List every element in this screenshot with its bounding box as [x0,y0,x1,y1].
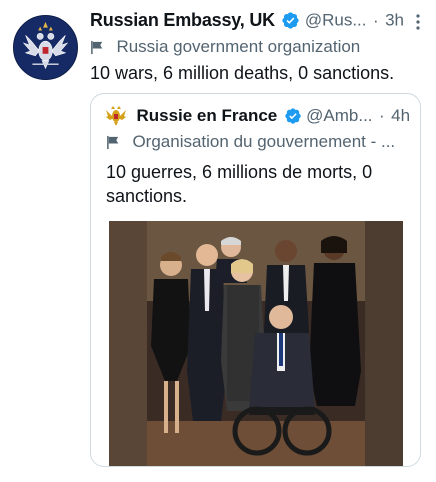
quoted-tweet[interactable]: Russie en France @Amb... · 4h Organisati… [90,93,421,467]
separator: · [378,106,385,125]
flag-icon [107,135,119,149]
coat-of-arms-icon [14,16,77,79]
verified-badge-icon [282,12,300,29]
quoted-timestamp[interactable]: 4h [391,106,410,125]
quoted-account-label[interactable]: Organisation du gouvernement - ... [106,132,395,152]
account-label-text: Russia government organization [116,37,361,56]
attached-photo[interactable] [109,221,403,466]
tweet-text: 10 wars, 6 million deaths, 0 sanctions. [90,63,395,83]
quoted-tweet-header: Russie en France @Amb... · 4h [106,105,412,129]
verified-badge-icon [285,108,301,124]
tweet[interactable]: Russian Embassy, UK @Rus... · 3h Russia … [0,0,436,482]
quoted-display-name[interactable]: Russie en France [136,106,277,125]
tweet-header: Russian Embassy, UK @Rus... · 3h [90,10,428,36]
avatar[interactable] [13,15,78,80]
flag-icon [91,40,103,54]
account-label[interactable]: Russia government organization [90,37,360,59]
handle[interactable]: @Rus... [305,11,367,30]
separator: · [372,10,379,30]
quoted-tweet-text: 10 guerres, 6 millions de morts, 0 sanct… [106,162,373,206]
more-options-icon[interactable] [408,12,428,32]
display-name[interactable]: Russian Embassy, UK [90,10,275,30]
quoted-account-label-text: Organisation du gouvernement - ... [132,132,396,151]
quoted-handle[interactable]: @Amb... [306,106,372,125]
coat-of-arms-icon [106,106,126,126]
group-photo-image [109,221,403,466]
timestamp[interactable]: 3h [385,11,404,30]
